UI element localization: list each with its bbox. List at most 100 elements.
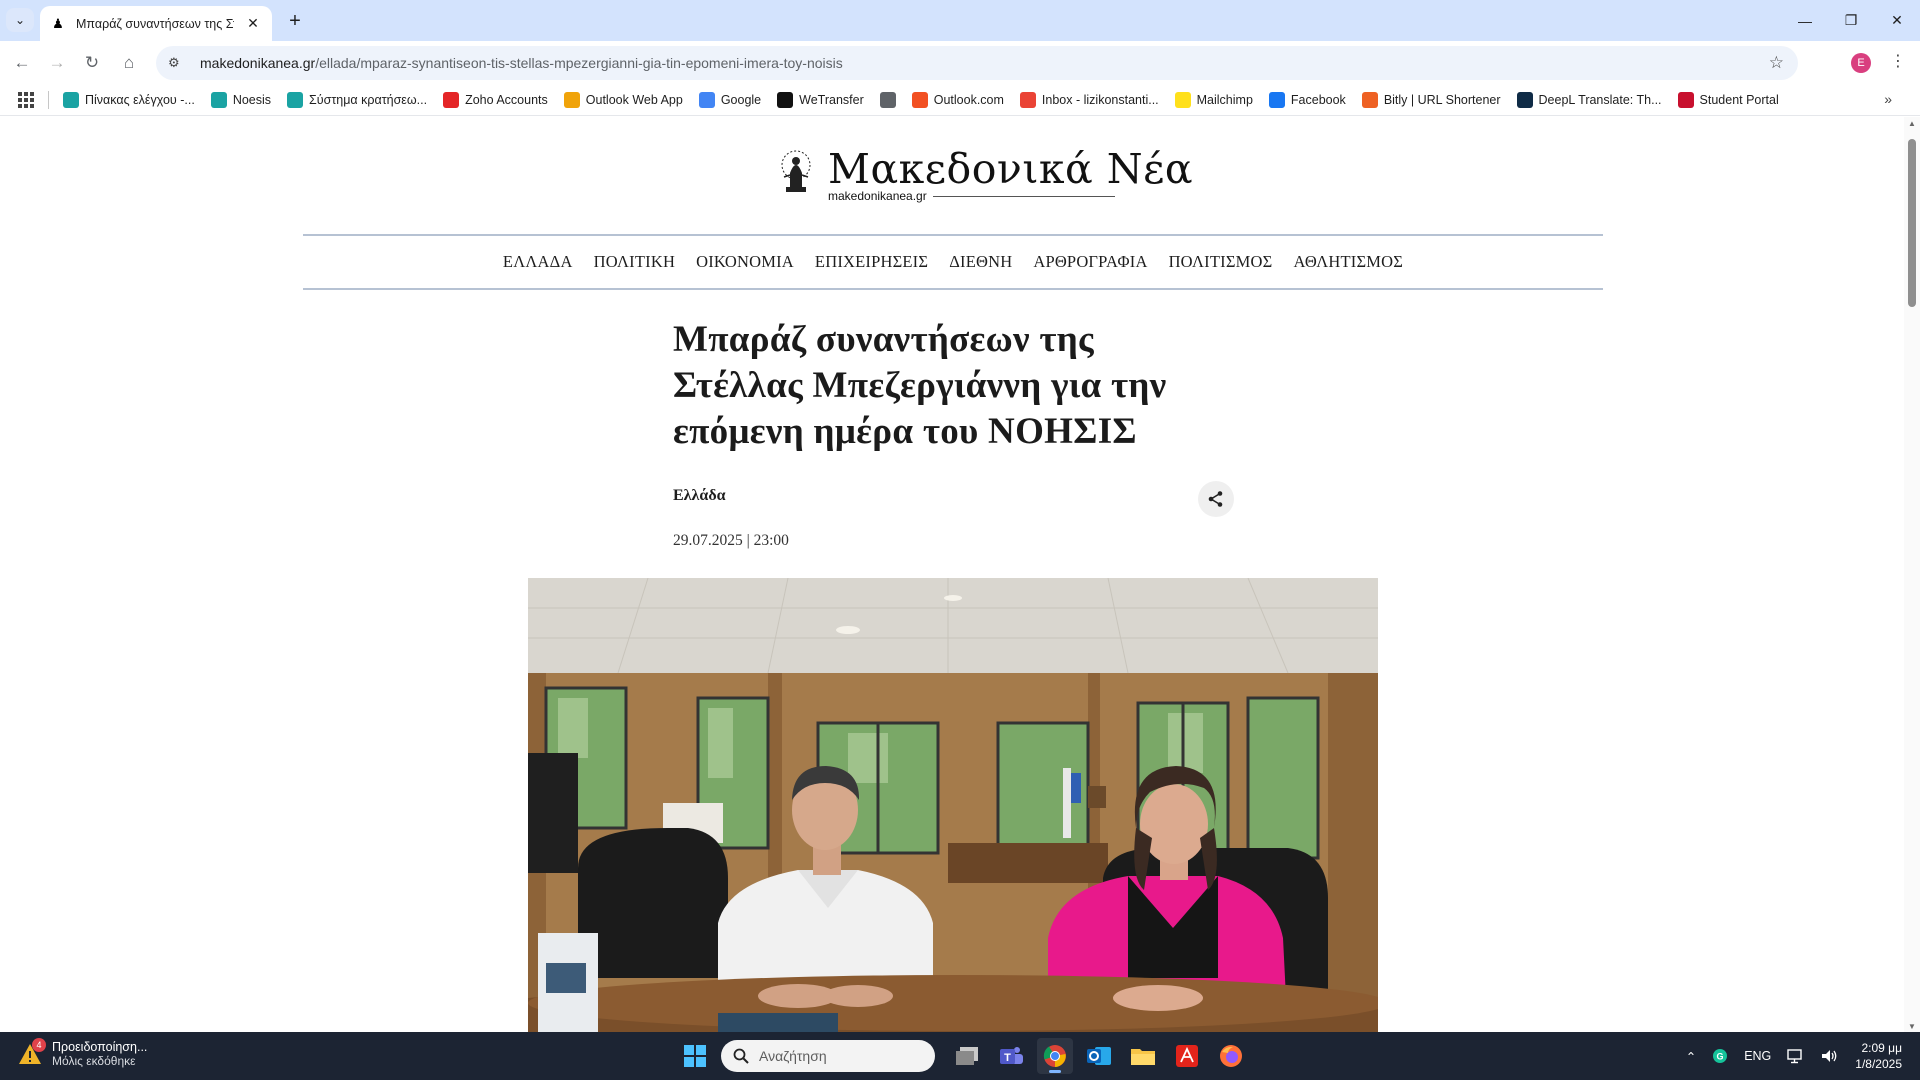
volume-icon[interactable] — [1821, 1048, 1839, 1064]
svg-text:T: T — [1004, 1052, 1011, 1064]
apps-grid-icon[interactable] — [18, 91, 34, 108]
weather-alert-widget[interactable]: 4 Προειδοποίηση... Μόλις εκδόθηκε — [18, 1038, 147, 1068]
meeting-photo-image — [528, 578, 1378, 1032]
bookmark-item[interactable]: Bitly | URL Shortener — [1361, 91, 1501, 108]
bookmark-item[interactable]: Google — [698, 91, 761, 108]
bookmark-item[interactable]: Outlook.com — [911, 91, 1004, 108]
bookmark-item[interactable] — [879, 91, 896, 108]
nav-item[interactable]: ΕΛΛΑΔΑ — [503, 252, 573, 272]
task-view-button[interactable] — [949, 1038, 985, 1074]
forward-button[interactable]: → — [43, 49, 71, 77]
address-url: makedonikanea.gr/ellada/mparaz-synantise… — [200, 55, 843, 71]
bookmark-item[interactable]: Zoho Accounts — [443, 91, 548, 108]
chrome-icon — [1043, 1045, 1066, 1067]
taskbar-search-box[interactable]: Αναζήτηση — [721, 1040, 935, 1072]
url-host: makedonikanea.gr — [200, 55, 316, 71]
share-button[interactable] — [1198, 481, 1234, 517]
bookmark-label: Student Portal — [1699, 92, 1779, 107]
nav-item[interactable]: ΠΟΛΙΤΙΣΜΟΣ — [1169, 252, 1273, 272]
browser-tab-active[interactable]: ♟ Μπαράζ συναντήσεων της Στέλλας ✕ — [40, 6, 272, 41]
bookmark-item[interactable]: Inbox - lizikonstanti... — [1019, 91, 1159, 108]
nav-item[interactable]: ΔΙΕΘΝΗ — [949, 252, 1012, 272]
bookmark-label: Mailchimp — [1196, 92, 1253, 107]
more-bookmarks-icon[interactable]: » — [1884, 91, 1892, 107]
minimize-button[interactable]: — — [1782, 0, 1828, 41]
scrollbar-thumb[interactable] — [1908, 139, 1916, 307]
clock-date: 1/8/2025 — [1855, 1057, 1902, 1071]
google-icon — [698, 91, 715, 108]
bookmark-item[interactable]: Facebook — [1268, 91, 1346, 108]
home-button[interactable]: ⌂ — [115, 49, 143, 77]
grammarly-icon[interactable]: G — [1712, 1048, 1728, 1064]
article-date: 29.07.2025 | 23:00 — [673, 532, 789, 549]
start-button[interactable] — [677, 1038, 713, 1074]
bookmark-label: Noesis — [232, 92, 272, 107]
input-language[interactable]: ENG — [1744, 1049, 1771, 1063]
nav-item[interactable]: ΟΙΚΟΝΟΜΙΑ — [696, 252, 794, 272]
nav-item[interactable]: ΠΟΛΙΤΙΚΗ — [594, 252, 676, 272]
network-icon[interactable] — [1787, 1048, 1805, 1064]
bookmarks-separator — [48, 90, 49, 109]
bookmark-item[interactable]: Mailchimp — [1174, 91, 1253, 108]
notification-badge: 4 — [32, 1038, 46, 1052]
bookmark-label: Outlook Web App — [585, 92, 683, 107]
bookmark-item[interactable]: WeTransfer — [777, 91, 864, 108]
page-scrollbar[interactable]: ▲ ▼ — [1904, 117, 1920, 1032]
chevron-down-icon: ⌄ — [14, 13, 26, 27]
system-clock[interactable]: 2:09 μμ 1/8/2025 — [1855, 1040, 1902, 1072]
nav-item[interactable]: ΑΡΘΡΟΓΡΑΦΙΑ — [1033, 252, 1147, 272]
close-tab-icon[interactable]: ✕ — [244, 15, 262, 32]
outlook-icon — [563, 91, 580, 108]
browser-toolbar: ← → ↻ ⌂ ⚙ makedonikanea.gr/ellada/mparaz… — [0, 41, 1920, 84]
gmail-icon — [1019, 91, 1036, 108]
file-explorer-app[interactable] — [1125, 1038, 1161, 1074]
globe-icon — [879, 91, 896, 108]
chrome-app[interactable] — [1037, 1038, 1073, 1074]
nav-item[interactable]: ΑΘΛΗΤΙΣΜΟΣ — [1293, 252, 1403, 272]
share-icon — [1208, 491, 1223, 507]
site-info-icon[interactable]: ⚙ — [168, 55, 188, 71]
bookmark-item[interactable]: DeepL Translate: Th... — [1516, 91, 1662, 108]
bookmark-item[interactable]: Noesis — [210, 91, 272, 108]
back-button[interactable]: ← — [8, 49, 36, 77]
bookmark-star-icon[interactable]: ☆ — [1769, 53, 1784, 73]
bookmark-item[interactable]: Σύστημα κρατήσεω... — [287, 91, 427, 108]
teams-app[interactable]: T — [993, 1038, 1029, 1074]
browser-menu-icon[interactable]: ⋮ — [1890, 51, 1906, 71]
bookmark-label: WeTransfer — [799, 92, 864, 107]
outlook-icon — [1087, 1047, 1111, 1065]
booking-icon — [287, 91, 304, 108]
scroll-up-icon[interactable]: ▲ — [1908, 119, 1916, 128]
site-logo[interactable]: Μακεδονικά Νέα makedonikanea.gr — [776, 147, 1193, 203]
address-bar[interactable]: ⚙ makedonikanea.gr/ellada/mparaz-synanti… — [156, 46, 1798, 80]
zoho-icon — [443, 91, 460, 108]
mailchimp-icon — [1174, 91, 1191, 108]
logo-domain: makedonikanea.gr — [828, 189, 927, 203]
wetransfer-icon — [777, 91, 794, 108]
restore-button[interactable]: ❐ — [1828, 0, 1874, 41]
show-hidden-icons-icon[interactable]: ⌃ — [1686, 1049, 1696, 1064]
bookmark-item[interactable]: Πίνακας ελέγχου -... — [63, 91, 195, 108]
noesis-icon — [210, 91, 227, 108]
nav-item[interactable]: ΕΠΙΧΕΙΡΗΣΕΙΣ — [815, 252, 928, 272]
reload-button[interactable]: ↻ — [78, 49, 106, 77]
profile-avatar[interactable]: E — [1851, 53, 1871, 73]
tab-search-button[interactable]: ⌄ — [6, 8, 34, 32]
new-tab-button[interactable]: + — [282, 9, 308, 35]
bookmark-item[interactable]: Student Portal — [1677, 91, 1779, 108]
firefox-app[interactable] — [1213, 1038, 1249, 1074]
article-category-link[interactable]: Ελλάδα — [673, 487, 726, 505]
article-photo[interactable] — [528, 578, 1378, 1032]
scroll-down-icon[interactable]: ▼ — [1908, 1022, 1916, 1031]
close-window-button[interactable]: ✕ — [1874, 0, 1920, 41]
bookmark-item[interactable]: Outlook Web App — [563, 91, 683, 108]
clock-time: 2:09 μμ — [1861, 1041, 1902, 1055]
logo-subtitle: makedonikanea.gr — [828, 189, 1193, 203]
logo-emblem-icon — [781, 150, 811, 192]
bookmark-label: Facebook — [1290, 92, 1346, 107]
article-meta: Ελλάδα — [673, 479, 1234, 519]
teams-icon: T — [1000, 1047, 1023, 1064]
bookmark-label: Bitly | URL Shortener — [1383, 92, 1501, 107]
acrobat-app[interactable] — [1169, 1038, 1205, 1074]
outlook-app[interactable] — [1081, 1038, 1117, 1074]
